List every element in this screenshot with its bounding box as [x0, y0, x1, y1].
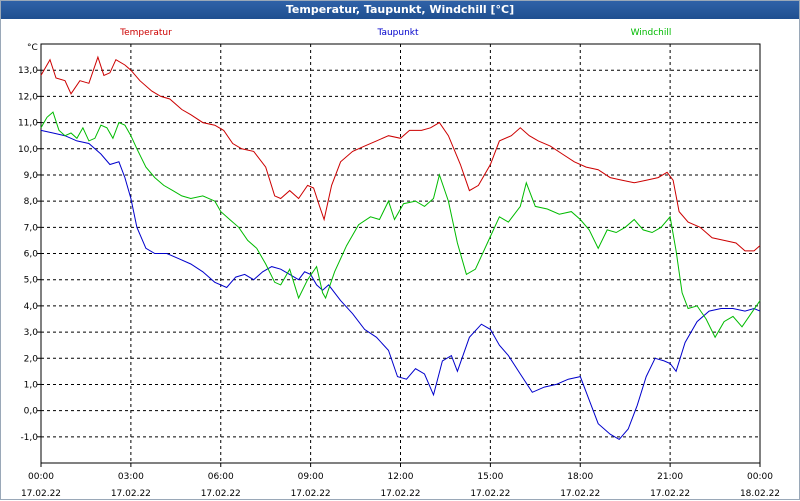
- x-tick-date: 17.02.22: [650, 489, 690, 499]
- y-tick-label: 4,0: [24, 302, 39, 312]
- line-chart: -1,0 0,0 1,0 2,0 3,0 4,0 5,0 6,0 7,0 8,0 9,0 10,0 11…: [18, 28, 780, 499]
- grid: [41, 44, 760, 463]
- y-tick-label: 5,0: [24, 276, 39, 286]
- x-tick-date: 17.02.22: [470, 489, 510, 499]
- y-tick-label: 13,0: [18, 66, 38, 76]
- legend-taupunkt: Taupunkt: [376, 28, 419, 38]
- y-tick-label: 7,0: [24, 223, 39, 233]
- x-tick-time: 09:00: [298, 472, 324, 482]
- x-tick-date: 17.02.22: [560, 489, 600, 499]
- legend: Temperatur Taupunkt Windchill: [119, 28, 671, 38]
- y-tick-label: 12,0: [18, 92, 38, 102]
- x-tick-time: 03:00: [118, 472, 144, 482]
- y-tick-label: 8,0: [24, 197, 39, 207]
- y-axis-unit: °C: [27, 43, 38, 53]
- x-axis-ticks: 00:00 17.02.22 03:00 17.02.22 06:00 17.02.22 0…: [21, 463, 780, 499]
- x-tick-time: 15:00: [477, 472, 503, 482]
- x-tick-time: 12:00: [388, 472, 414, 482]
- x-tick-date: 17.02.22: [111, 489, 151, 499]
- x-tick-date: 18.02.22: [740, 489, 780, 499]
- y-axis-ticks: -1,0 0,0 1,0 2,0 3,0 4,0 5,0 6,0 7,0 8,0 9,0 10,0 11…: [18, 66, 41, 443]
- y-tick-label: -1,0: [20, 433, 38, 443]
- x-tick-date: 17.02.22: [380, 489, 420, 499]
- legend-windchill: Windchill: [631, 28, 672, 38]
- x-tick-time: 00:00: [28, 472, 54, 482]
- y-tick-label: 0,0: [24, 407, 39, 417]
- x-tick-time: 21:00: [657, 472, 683, 482]
- y-tick-label: 1,0: [24, 380, 39, 390]
- chart-window: Temperatur, Taupunkt, Windchill [°C] -1,…: [0, 0, 800, 500]
- y-tick-label: 3,0: [24, 328, 39, 338]
- x-tick-date: 17.02.22: [21, 489, 61, 499]
- y-tick-label: 9,0: [24, 171, 39, 181]
- y-tick-label: 6,0: [24, 250, 39, 260]
- y-tick-label: 11,0: [18, 119, 38, 129]
- legend-temperatur: Temperatur: [119, 28, 172, 38]
- x-tick-time: 06:00: [208, 472, 234, 482]
- y-tick-label: 2,0: [24, 354, 39, 364]
- x-tick-date: 17.02.22: [201, 489, 241, 499]
- y-tick-label: 10,0: [18, 145, 38, 155]
- x-tick-time: 18:00: [567, 472, 593, 482]
- x-tick-time: 00:00: [747, 472, 773, 482]
- x-tick-date: 17.02.22: [291, 489, 331, 499]
